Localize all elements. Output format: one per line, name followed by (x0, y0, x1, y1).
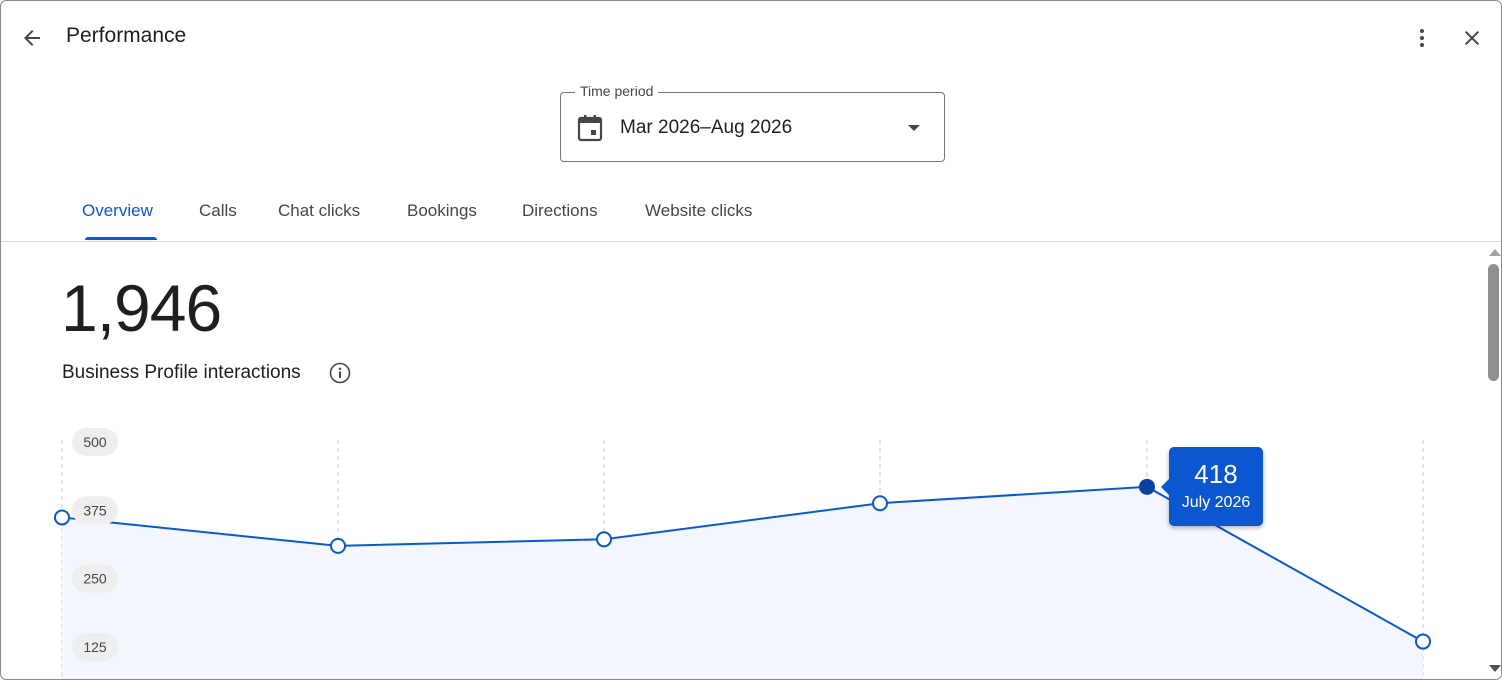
tooltip-label: July 2026 (1181, 494, 1251, 511)
tooltip-value: 418 (1194, 459, 1238, 489)
back-button[interactable] (15, 21, 49, 55)
scroll-down-arrow[interactable] (1489, 665, 1501, 672)
arrow-back-icon (24, 30, 40, 46)
calendar-icon (577, 115, 603, 142)
tab-directions[interactable]: Directions (522, 201, 598, 221)
performance-dialog: Performance Time period Mar 2026–Aug 202… (0, 0, 1502, 680)
page-title: Performance (66, 24, 187, 47)
tab-bar: Overview Calls Chat clicks Bookings Dire… (1, 186, 1501, 242)
close-button[interactable] (1455, 21, 1489, 55)
data-point-0[interactable] (54, 509, 70, 526)
chart-tooltip: 418 July 2026 (1161, 447, 1263, 526)
more-options-button[interactable] (1405, 21, 1439, 55)
tab-bookings[interactable]: Bookings (407, 201, 477, 221)
time-period-value: Mar 2026–Aug 2026 (620, 117, 793, 138)
overview-content: 1,946 Business Profile interactions 500 3… (1, 242, 1485, 679)
y-tick-label-1: 375 (83, 502, 107, 518)
tab-calls[interactable]: Calls (199, 201, 237, 221)
data-point-5[interactable] (1415, 633, 1431, 650)
close-icon (1465, 31, 1479, 45)
vertical-scrollbar[interactable] (1485, 242, 1501, 679)
y-tick-label-2: 250 (83, 571, 107, 587)
data-point-1[interactable] (330, 537, 346, 554)
active-tab-indicator (85, 237, 157, 240)
time-period-select[interactable]: Time period Mar 2026–Aug 2026 (560, 83, 945, 162)
y-tick-label-3: 125 (83, 639, 107, 655)
data-point-2[interactable] (596, 531, 612, 548)
scroll-thumb[interactable] (1488, 264, 1499, 381)
dialog-header: Performance (1, 1, 1501, 73)
tab-chat-clicks[interactable]: Chat clicks (278, 201, 360, 221)
dropdown-arrow-icon (908, 125, 920, 131)
scroll-up-arrow[interactable] (1489, 249, 1501, 256)
data-point-3[interactable] (872, 495, 888, 512)
data-point-highlight[interactable] (1139, 478, 1155, 495)
time-period-label: Time period (575, 83, 659, 99)
tab-website-clicks[interactable]: Website clicks (645, 201, 752, 221)
more-vert-icon (1420, 29, 1424, 47)
tab-overview[interactable]: Overview (82, 201, 153, 221)
y-tick-label-0: 500 (83, 434, 107, 450)
